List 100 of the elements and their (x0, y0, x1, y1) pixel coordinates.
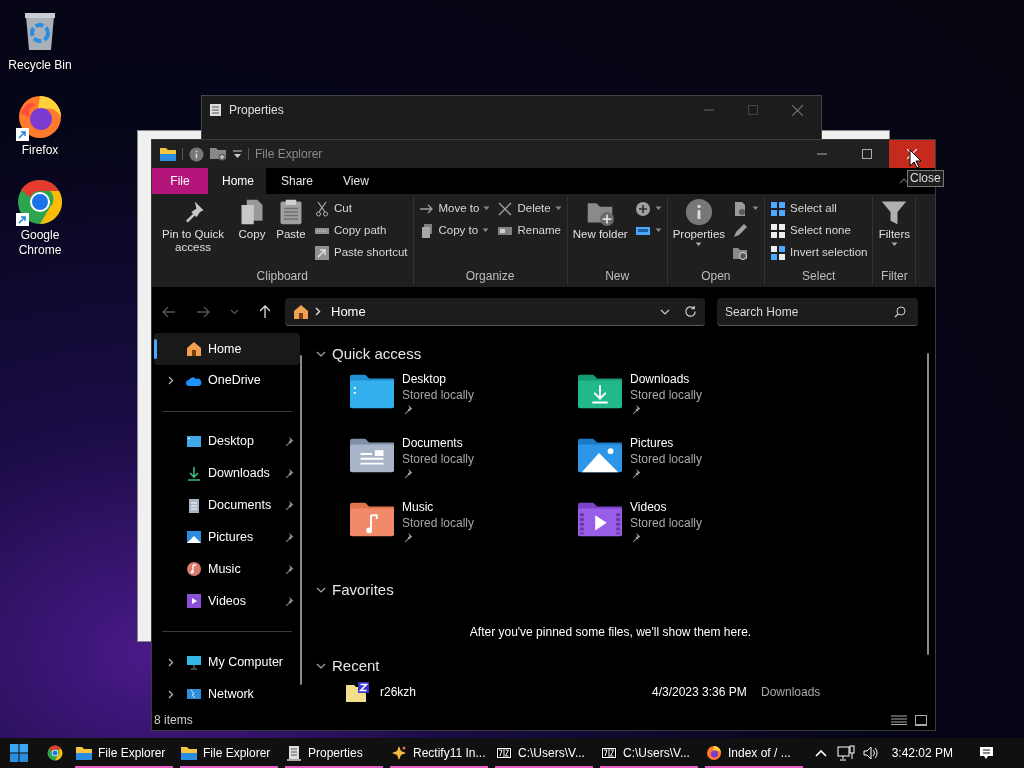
windows-logo-icon (10, 744, 28, 762)
folder-tile[interactable]: Music Stored locally (336, 501, 564, 565)
clock[interactable]: 3:42:02 PM (891, 744, 953, 762)
ribbon-button[interactable]: Filters (875, 196, 914, 247)
start-button[interactable] (8, 742, 30, 764)
address-bar[interactable]: Home (285, 298, 705, 326)
music-folder-icon (350, 501, 394, 537)
folder-icon (181, 745, 197, 761)
back-arrow-icon[interactable] (162, 306, 176, 318)
folder-tile[interactable]: Pictures Stored locally (564, 437, 792, 501)
ribbon-button[interactable]: Properties (669, 196, 729, 247)
forward-arrow-icon[interactable] (196, 306, 210, 318)
folder-tile[interactable]: Videos Stored locally (564, 501, 792, 565)
film-icon (186, 593, 202, 610)
file-row[interactable]: r26kzh 4/3/2023 3:36 PM Downloads (316, 677, 935, 707)
ribbon-tab[interactable]: View (328, 168, 384, 194)
chevron-down-icon (316, 351, 326, 357)
house-icon (186, 340, 202, 357)
picture-icon (186, 529, 202, 546)
sidebar-item[interactable]: Downloads (154, 457, 300, 490)
sidebar-item[interactable]: Desktop (154, 425, 300, 458)
ribbon-tab[interactable]: Share (266, 168, 329, 194)
close-icon[interactable] (792, 104, 803, 116)
sidebar-item[interactable]: My Computer (154, 646, 300, 679)
ribbon-button[interactable]: Rename (494, 220, 565, 241)
folder-icon (76, 745, 92, 761)
file-name: r26kzh (380, 684, 418, 701)
tiles-view-icon[interactable] (915, 714, 927, 726)
ribbon-button[interactable]: Select all (767, 198, 871, 219)
taskbar-button[interactable]: Index of / ... (703, 738, 805, 768)
ribbon-button[interactable]: Invert selection (767, 242, 871, 263)
sidebar-item[interactable]: Music (154, 553, 300, 586)
info-icon (684, 198, 713, 226)
group-label: New (604, 268, 631, 285)
desktop-folder-icon (350, 373, 394, 409)
fox-globe-icon (16, 93, 64, 141)
document-icon (286, 745, 302, 761)
ribbon-button[interactable]: Copy path (311, 220, 411, 241)
folder-tile[interactable]: Documents Stored locally (336, 437, 564, 501)
sidebar-item[interactable]: Pictures (154, 521, 300, 554)
ribbon-button[interactable]: Cut (311, 198, 411, 219)
taskbar-button[interactable]: C:\Users\V... (598, 738, 700, 768)
sidebar-item[interactable]: Home (154, 333, 300, 365)
sidebar-item[interactable]: Videos (154, 585, 300, 618)
desktop-shortcut[interactable]: Firefox (3, 93, 77, 158)
close-button[interactable] (889, 140, 935, 168)
grid-icon (770, 244, 787, 261)
section-header[interactable]: Quick access (316, 343, 935, 365)
sidebar-item[interactable]: Network (154, 678, 300, 711)
chevron-down-icon (660, 308, 670, 315)
ribbon-button[interactable]: Paste (272, 196, 310, 241)
fox-globe-icon (706, 745, 722, 761)
section-header[interactable]: Recent (316, 655, 935, 677)
ribbon-button[interactable]: Select none (767, 220, 871, 241)
taskbar-button[interactable]: Properties (283, 738, 385, 768)
archive-icon (496, 745, 512, 761)
desktop-shortcut[interactable]: Google Chrome (3, 178, 77, 258)
icon-label: Google Chrome (17, 228, 63, 258)
chevron-down-icon (316, 587, 326, 593)
maximize-icon (862, 149, 872, 159)
taskbar-button[interactable]: File Explorer (73, 738, 175, 768)
ribbon-button[interactable]: New folder (569, 196, 631, 241)
zip-file-icon (346, 682, 372, 702)
scrollbar-thumb[interactable] (927, 353, 929, 655)
folder-icon[interactable] (160, 147, 176, 161)
computer-icon (186, 654, 202, 671)
taskbar-button[interactable]: C:\Users\V... (493, 738, 595, 768)
details-view-icon[interactable] (891, 714, 907, 725)
taskbar-button[interactable]: File Explorer (178, 738, 280, 768)
house-icon (293, 303, 309, 320)
speaker-icon[interactable] (862, 746, 880, 760)
ribbon-button[interactable]: Pin to Quick access (154, 196, 232, 254)
empty-message: After you've pinned some files, we'll show them here. (469, 624, 752, 641)
ribbon-tab[interactable]: Home (208, 168, 266, 194)
ribbon-button[interactable]: Delete (494, 198, 565, 219)
ribbon-tab[interactable]: File (152, 168, 208, 194)
folder-tile[interactable]: Downloads Stored locally (564, 373, 792, 437)
folder-tile[interactable]: Desktop Stored locally (336, 373, 564, 437)
taskbar-button[interactable]: Rectify11 In... (388, 738, 490, 768)
network-icon[interactable] (836, 744, 855, 762)
section-header[interactable]: Favorites (316, 579, 935, 601)
chevron-down-icon[interactable] (230, 309, 239, 315)
ribbon-button[interactable]: Copy (233, 196, 271, 241)
dropdown-icon[interactable] (233, 149, 242, 159)
desktop-shortcut[interactable]: Recycle Bin (3, 8, 77, 73)
chevron-up-icon[interactable] (814, 749, 827, 757)
ribbon-button[interactable]: Copy to (415, 220, 494, 241)
ribbon-button[interactable]: Move to (415, 198, 494, 219)
info-icon[interactable] (189, 146, 204, 162)
search-field[interactable]: Search Home (717, 298, 918, 326)
notification-icon[interactable] (979, 745, 994, 761)
ribbon-button[interactable]: Paste shortcut (311, 242, 411, 263)
group-label: Clipboard (255, 268, 309, 285)
up-arrow-icon[interactable] (259, 305, 271, 319)
sidebar-item[interactable]: OneDrive (154, 364, 300, 397)
sidebar-item[interactable]: Documents (154, 489, 300, 522)
file-location: Downloads (761, 684, 821, 701)
music-note-icon (186, 561, 202, 578)
folder-plus-icon[interactable] (210, 147, 227, 161)
group-label: Select (801, 268, 837, 285)
